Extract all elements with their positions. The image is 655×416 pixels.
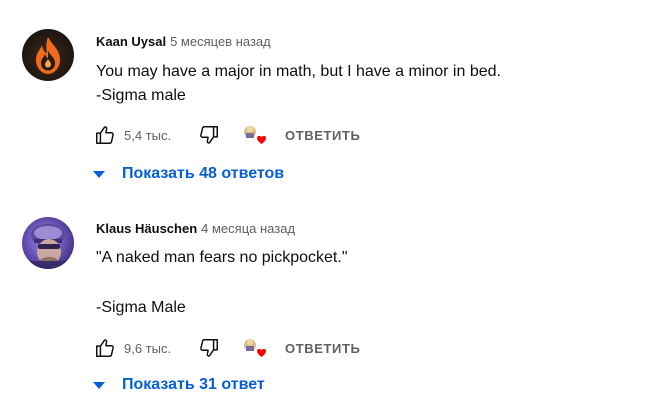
show-replies-button[interactable]: Показать 31 ответ [88,370,265,400]
show-replies-label: Показать 48 ответов [122,165,285,182]
author-name[interactable]: Klaus Häuschen [96,221,197,236]
show-replies-label: Показать 31 ответ [122,376,265,393]
comment-timestamp[interactable]: 5 месяцев назад [170,34,271,49]
comment-thread: Klaus Häuschen 4 месяца назад "A naked ma… [0,208,655,416]
caret-down-icon [90,165,108,183]
dislike-button[interactable] [196,334,222,362]
thumbs-down-icon [200,339,218,357]
comment-action-bar: 5,4 тыс. ОТВЕТИТЬ [92,121,492,149]
reply-button[interactable]: ОТВЕТИТЬ [285,334,360,362]
reply-button[interactable]: ОТВЕТИТЬ [285,121,360,149]
avatar[interactable] [22,217,74,269]
like-count: 5,4 тыс. [124,127,172,143]
comment-timestamp[interactable]: 4 месяца назад [201,221,295,236]
dislike-button[interactable] [196,121,222,149]
comment-text-line: -Sigma male [96,87,186,104]
soldier-photo [22,224,74,269]
thumbs-up-icon [96,126,114,144]
avatar[interactable] [22,29,74,81]
comment-header: Klaus Häuschen 4 месяца назад [96,220,295,238]
thumbs-down-icon [200,126,218,144]
author-name[interactable]: Kaan Uysal [96,34,166,49]
show-replies-button[interactable]: Показать 48 ответов [88,159,284,189]
comment-header: Kaan Uysal 5 месяцев назад [96,33,271,51]
comment-thread: Kaan Uysal 5 месяцев назад You may have a… [0,0,655,200]
caret-down-icon [90,376,108,394]
like-button[interactable] [92,121,118,149]
like-count: 9,6 тыс. [124,340,172,356]
comment-text-line: "A naked man fears no pickpocket." [96,249,348,266]
fire-icon [36,37,60,74]
thumbs-up-icon [96,339,114,357]
creator-heart-icon [238,121,268,149]
comment-text-line: -Sigma Male [96,299,186,316]
creator-heart-icon [238,334,268,362]
like-button[interactable] [92,334,118,362]
comment-text-line: You may have a major in math, but I have… [96,63,501,80]
comment-action-bar: 9,6 тыс. ОТВЕТИТЬ [92,334,492,362]
